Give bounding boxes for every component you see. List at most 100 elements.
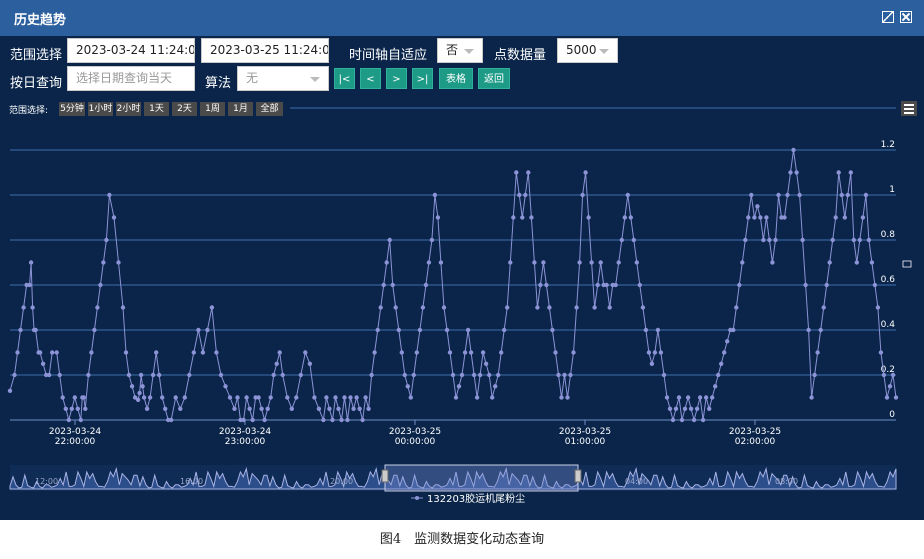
data-point[interactable] <box>523 192 528 198</box>
data-point[interactable] <box>794 170 799 175</box>
data-point[interactable] <box>667 406 673 411</box>
data-point[interactable] <box>529 215 534 220</box>
navigator-window[interactable] <box>384 464 579 492</box>
data-point[interactable] <box>15 350 20 355</box>
data-point[interactable] <box>764 215 769 220</box>
data-point[interactable] <box>499 350 504 355</box>
legend-label[interactable]: 132203胶运机尾粉尘 <box>427 492 525 505</box>
data-point[interactable] <box>453 395 459 400</box>
data-point[interactable] <box>345 417 350 423</box>
data-point[interactable] <box>625 192 630 198</box>
data-point[interactable] <box>378 305 383 310</box>
data-point[interactable] <box>818 327 823 333</box>
data-point[interactable] <box>589 260 594 265</box>
data-point[interactable] <box>375 327 380 333</box>
data-point[interactable] <box>72 395 78 400</box>
navigator-right-handle[interactable] <box>574 469 582 483</box>
data-point[interactable] <box>845 192 850 198</box>
data-point[interactable] <box>462 350 468 355</box>
data-point[interactable] <box>271 372 276 378</box>
data-point[interactable] <box>676 395 682 400</box>
data-point[interactable] <box>107 192 112 198</box>
data-point[interactable] <box>441 305 447 310</box>
data-point[interactable] <box>544 282 549 288</box>
data-point[interactable] <box>643 327 649 333</box>
data-point[interactable] <box>607 305 612 310</box>
data-point[interactable] <box>559 395 564 400</box>
data-point[interactable] <box>866 237 872 243</box>
data-point[interactable] <box>54 350 59 355</box>
data-point[interactable] <box>363 395 368 400</box>
data-point[interactable] <box>649 361 655 366</box>
data-point[interactable] <box>57 372 62 378</box>
data-point[interactable] <box>147 395 153 400</box>
data-point[interactable] <box>580 192 585 198</box>
data-point[interactable] <box>893 395 899 400</box>
data-point[interactable] <box>357 406 362 411</box>
data-point[interactable] <box>737 282 742 288</box>
data-point[interactable] <box>393 305 398 310</box>
data-point[interactable] <box>218 372 224 378</box>
data-point[interactable] <box>384 260 389 265</box>
data-point[interactable] <box>806 327 811 333</box>
data-point[interactable] <box>18 327 23 333</box>
data-point[interactable] <box>851 237 856 243</box>
data-point[interactable] <box>247 406 252 411</box>
data-point[interactable] <box>298 372 303 378</box>
data-point[interactable] <box>670 417 676 423</box>
data-point[interactable] <box>821 305 826 310</box>
data-point[interactable] <box>496 372 501 378</box>
data-point[interactable] <box>710 395 715 400</box>
data-point[interactable] <box>280 372 285 378</box>
data-point[interactable] <box>631 237 636 243</box>
data-point[interactable] <box>535 305 540 310</box>
data-point[interactable] <box>752 215 757 220</box>
data-point[interactable] <box>541 260 546 265</box>
data-point[interactable] <box>493 384 498 389</box>
data-point[interactable] <box>92 327 97 333</box>
data-point[interactable] <box>417 327 423 333</box>
data-point[interactable] <box>842 215 847 220</box>
data-point[interactable] <box>465 327 471 333</box>
data-point[interactable] <box>289 406 294 411</box>
data-point[interactable] <box>691 417 697 423</box>
data-point[interactable] <box>116 260 121 265</box>
data-point[interactable] <box>265 406 270 411</box>
data-point[interactable] <box>209 305 215 310</box>
data-point[interactable] <box>490 395 495 400</box>
data-point[interactable] <box>40 361 46 366</box>
data-point[interactable] <box>788 170 793 175</box>
data-point[interactable] <box>28 260 34 265</box>
data-point[interactable] <box>749 192 754 198</box>
data-point[interactable] <box>502 327 507 333</box>
data-point[interactable] <box>432 192 438 198</box>
data-point[interactable] <box>592 305 597 310</box>
data-point[interactable] <box>487 372 492 378</box>
data-point[interactable] <box>634 260 639 265</box>
data-point[interactable] <box>878 350 884 355</box>
data-point[interactable] <box>697 395 703 400</box>
data-point[interactable] <box>307 361 313 366</box>
data-point[interactable] <box>574 305 579 310</box>
data-point[interactable] <box>426 260 432 265</box>
data-point[interactable] <box>7 388 13 393</box>
data-point[interactable] <box>682 406 688 411</box>
data-point[interactable] <box>294 395 299 400</box>
data-point[interactable] <box>250 417 255 423</box>
data-point[interactable] <box>565 395 570 400</box>
data-point[interactable] <box>163 406 168 411</box>
data-point[interactable] <box>411 372 416 378</box>
data-point[interactable] <box>30 305 35 310</box>
data-point[interactable] <box>812 372 817 378</box>
data-point[interactable] <box>800 237 805 243</box>
data-point[interactable] <box>887 384 893 389</box>
data-point[interactable] <box>586 215 591 220</box>
data-point[interactable] <box>214 350 219 355</box>
data-point[interactable] <box>423 282 429 288</box>
data-point[interactable] <box>553 350 558 355</box>
data-point[interactable] <box>372 350 377 355</box>
data-point[interactable] <box>700 417 706 423</box>
data-point[interactable] <box>725 339 730 344</box>
data-point[interactable] <box>477 372 483 378</box>
data-point[interactable] <box>526 170 531 175</box>
